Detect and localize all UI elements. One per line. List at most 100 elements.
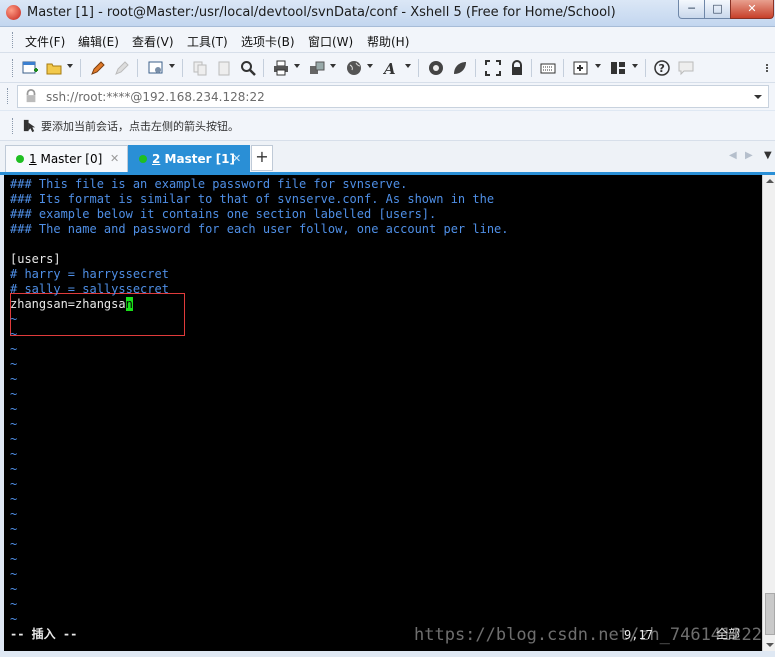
empty-line-tilde: ~ [10, 522, 18, 536]
minimize-button[interactable]: ─ [678, 0, 705, 19]
vim-mode-status: -- 插入 -- [10, 627, 78, 641]
tab-scroll-left-icon[interactable]: ◀ [729, 150, 737, 161]
scrollbar-thumb[interactable] [765, 593, 775, 635]
fullscreen-icon[interactable] [485, 60, 501, 76]
address-bar: ssh://root:****@192.168.234.128:22 [0, 83, 775, 110]
open-dropdown-arrow[interactable] [67, 64, 73, 68]
toolbar-separator [263, 59, 264, 77]
terminal-line: ### This file is an example password fil… [10, 177, 408, 191]
svg-text:A: A [383, 60, 396, 76]
empty-line-tilde: ~ [10, 432, 18, 446]
edit-line-text: zhangsan=zhangsa [10, 297, 126, 311]
menu-help[interactable]: 帮助(H) [367, 33, 409, 50]
empty-line-tilde: ~ [10, 387, 18, 401]
address-dropdown-arrow[interactable] [754, 95, 762, 99]
toolbar-separator [563, 59, 564, 77]
empty-line-tilde: ~ [10, 402, 18, 416]
empty-line-tilde: ~ [10, 597, 18, 611]
tab-number: 1 [29, 152, 37, 166]
tab-close-icon[interactable]: ✕ [110, 152, 119, 165]
terminal-line: # sally = sallyssecret [10, 282, 169, 296]
tab-close-icon[interactable]: ✕ [232, 152, 241, 165]
help-icon[interactable]: ? [654, 60, 670, 76]
font-dropdown-arrow[interactable] [405, 64, 411, 68]
globe-dropdown-arrow[interactable] [367, 64, 373, 68]
empty-line-tilde: ~ [10, 357, 18, 371]
scroll-down-arrow-icon[interactable] [766, 643, 774, 647]
pencil-icon[interactable] [90, 60, 106, 76]
font-icon[interactable]: A [383, 60, 399, 76]
tab-label: 2 Master [1] [152, 152, 235, 166]
menu-tabs[interactable]: 选项卡(B) [241, 33, 295, 50]
tab-list-dropdown-icon[interactable]: ▼ [764, 150, 772, 161]
cursor-position-status: 9,17 [624, 628, 653, 642]
empty-line-tilde: ~ [10, 462, 18, 476]
connected-status-icon [16, 155, 24, 163]
globe-icon[interactable] [346, 60, 362, 76]
transfer-icon[interactable] [309, 60, 325, 76]
toolbar-grip [12, 59, 15, 77]
watermark: https://blog.csdn.net/zh_7461412229 [414, 625, 762, 645]
menu-file[interactable]: 文件(F) [25, 33, 65, 50]
print-icon[interactable] [273, 60, 289, 76]
terminal-line: [users] [10, 252, 61, 266]
tab-title: Master [0] [40, 152, 103, 166]
empty-line-tilde: ~ [10, 447, 18, 461]
connected-status-icon [139, 155, 147, 163]
terminal-line: ### The name and password for each user … [10, 222, 509, 236]
layout-dropdown-arrow[interactable] [632, 64, 638, 68]
keyboard-icon[interactable] [540, 60, 556, 76]
new-tab-icon[interactable] [573, 60, 589, 76]
address-input[interactable]: ssh://root:****@192.168.234.128:22 [17, 85, 769, 108]
open-folder-icon[interactable] [46, 60, 62, 76]
maximize-button[interactable]: □ [704, 0, 731, 19]
menu-view[interactable]: 查看(V) [132, 33, 174, 50]
menu-window[interactable]: 窗口(W) [308, 33, 353, 50]
menu-bar: 文件(F) 编辑(E) 查看(V) 工具(T) 选项卡(B) 窗口(W) 帮助(… [0, 27, 775, 53]
hint-text: 要添加当前会话，点击左侧的箭头按钮。 [41, 120, 239, 133]
svg-text:?: ? [659, 62, 665, 75]
terminal-line: ### example below it contains one sectio… [10, 207, 437, 221]
new-tab-dropdown-arrow[interactable] [595, 64, 601, 68]
lock-icon[interactable] [509, 60, 525, 76]
add-tab-button[interactable]: + [251, 145, 273, 171]
tab-title: Master [1] [164, 152, 236, 166]
add-session-arrow-icon[interactable] [22, 118, 37, 133]
empty-line-tilde: ~ [10, 552, 18, 566]
tab-master-0[interactable]: 1 Master [0] ✕ [5, 145, 128, 172]
xftp-icon[interactable] [428, 60, 444, 76]
scroll-position-status: 全部 [716, 627, 741, 641]
toolbar-overflow-icon[interactable] [766, 64, 768, 66]
new-session-icon[interactable] [22, 60, 38, 76]
toolbar-separator [418, 59, 419, 77]
transfer-dropdown-arrow[interactable] [330, 64, 336, 68]
find-icon[interactable] [240, 60, 256, 76]
toolbar-separator [182, 59, 183, 77]
menu-tools[interactable]: 工具(T) [187, 33, 228, 50]
close-window-button[interactable]: ✕ [730, 0, 774, 19]
layout-icon[interactable] [610, 60, 626, 76]
tab-label: 1 Master [0] [29, 152, 102, 166]
toolbar-separator [475, 59, 476, 77]
toolbar-separator [645, 59, 646, 77]
xmanager-icon[interactable] [452, 60, 468, 76]
tab-bar: 1 Master [0] ✕ 2 Master [1] ✕ + ◀ ▶ ▼ [0, 141, 775, 175]
menu-edit[interactable]: 编辑(E) [78, 33, 119, 50]
toolbar: A ? [0, 53, 775, 83]
menu-grip [12, 32, 15, 48]
terminal-scrollbar[interactable] [762, 175, 775, 651]
scroll-up-arrow-icon[interactable] [766, 179, 774, 183]
tab-master-1[interactable]: 2 Master [1] ✕ [128, 145, 250, 172]
pen-disabled-icon [115, 61, 129, 75]
edit-line: zhangsan=zhangsan [10, 297, 133, 312]
properties-dropdown-arrow[interactable] [169, 64, 175, 68]
toolbar-separator [531, 59, 532, 77]
tab-number: 2 [152, 152, 161, 166]
empty-line-tilde: ~ [10, 342, 18, 356]
tab-scroll-right-icon[interactable]: ▶ [745, 150, 753, 161]
address-value: ssh://root:****@192.168.234.128:22 [46, 90, 265, 104]
properties-icon[interactable] [148, 60, 164, 76]
print-dropdown-arrow[interactable] [294, 64, 300, 68]
terminal-screen[interactable]: zhangsan=zhangsan https://blog.csdn.net/… [4, 175, 762, 651]
empty-line-tilde: ~ [10, 477, 18, 491]
